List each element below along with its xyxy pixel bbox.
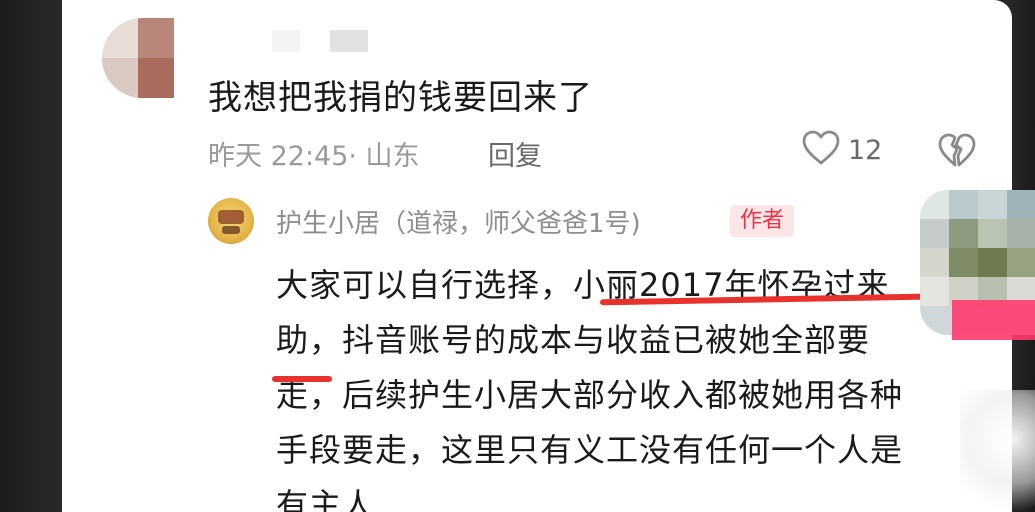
reply-line: 走，后续护生小居大部分收入都被她用各种 bbox=[276, 376, 904, 414]
avatar-mosaic-tile bbox=[102, 58, 138, 98]
screen-glare bbox=[960, 390, 1035, 512]
like-button[interactable]: 12 bbox=[802, 130, 882, 170]
side-mosaic-tile bbox=[949, 190, 978, 219]
avatar-art bbox=[218, 210, 244, 224]
broken-heart-icon bbox=[938, 133, 976, 172]
dislike-button[interactable] bbox=[938, 132, 976, 172]
side-mosaic-tile bbox=[978, 190, 1007, 219]
reply-line: 手段要走，这里只有义工没有任何一个人是 bbox=[276, 431, 904, 469]
reply-line: 有主人 bbox=[276, 486, 376, 512]
red-underline-mark bbox=[272, 376, 332, 382]
avatar-mosaic-tile bbox=[138, 58, 174, 98]
side-mosaic-tile bbox=[949, 248, 978, 277]
comment-card: 我想把我捐的钱要回来了 昨天 22:45· 山东 回复 12 护生小居（道禄，师… bbox=[62, 0, 1012, 512]
side-mosaic-tile bbox=[1007, 248, 1035, 277]
comment-meta: 昨天 22:45· 山东 bbox=[208, 141, 420, 172]
avatar-mosaic-tile bbox=[102, 18, 138, 58]
side-mosaic-tile bbox=[978, 219, 1007, 248]
side-mosaic-tile bbox=[1007, 190, 1035, 219]
like-count: 12 bbox=[848, 134, 883, 166]
heart-outline-icon bbox=[802, 130, 840, 170]
commenter-name-mosaic[interactable] bbox=[272, 30, 368, 52]
reply-line: 助，抖音账号的成本与收益已被她全部要 bbox=[276, 321, 871, 359]
side-mosaic-tile bbox=[949, 219, 978, 248]
side-mosaic-tile bbox=[920, 219, 949, 248]
avatar-art bbox=[222, 226, 240, 234]
name-mosaic-tile bbox=[330, 30, 368, 52]
comment-text: 我想把我捐的钱要回来了 bbox=[208, 78, 593, 118]
reply-author-name[interactable]: 护生小居（道禄，师父爸爸1号) bbox=[276, 203, 641, 240]
reply-button[interactable]: 回复 bbox=[488, 134, 542, 173]
commenter-avatar[interactable] bbox=[102, 18, 174, 98]
name-mosaic-tile bbox=[300, 30, 330, 52]
side-mosaic-tile bbox=[920, 248, 949, 277]
screenshot-page: 我想把我捐的钱要回来了 昨天 22:45· 山东 回复 12 护生小居（道禄，师… bbox=[0, 0, 1035, 512]
left-background-edge bbox=[0, 0, 64, 512]
avatar-mosaic-tile bbox=[138, 18, 174, 58]
side-mosaic-tile bbox=[1007, 219, 1035, 248]
side-mosaic-tile bbox=[920, 277, 949, 306]
author-avatar[interactable] bbox=[208, 198, 254, 244]
author-badge: 作者 bbox=[730, 205, 795, 237]
side-pink-strip bbox=[952, 300, 1035, 340]
name-mosaic-tile bbox=[272, 30, 300, 52]
side-mosaic-tile bbox=[920, 190, 949, 219]
side-mosaic-tile bbox=[978, 248, 1007, 277]
